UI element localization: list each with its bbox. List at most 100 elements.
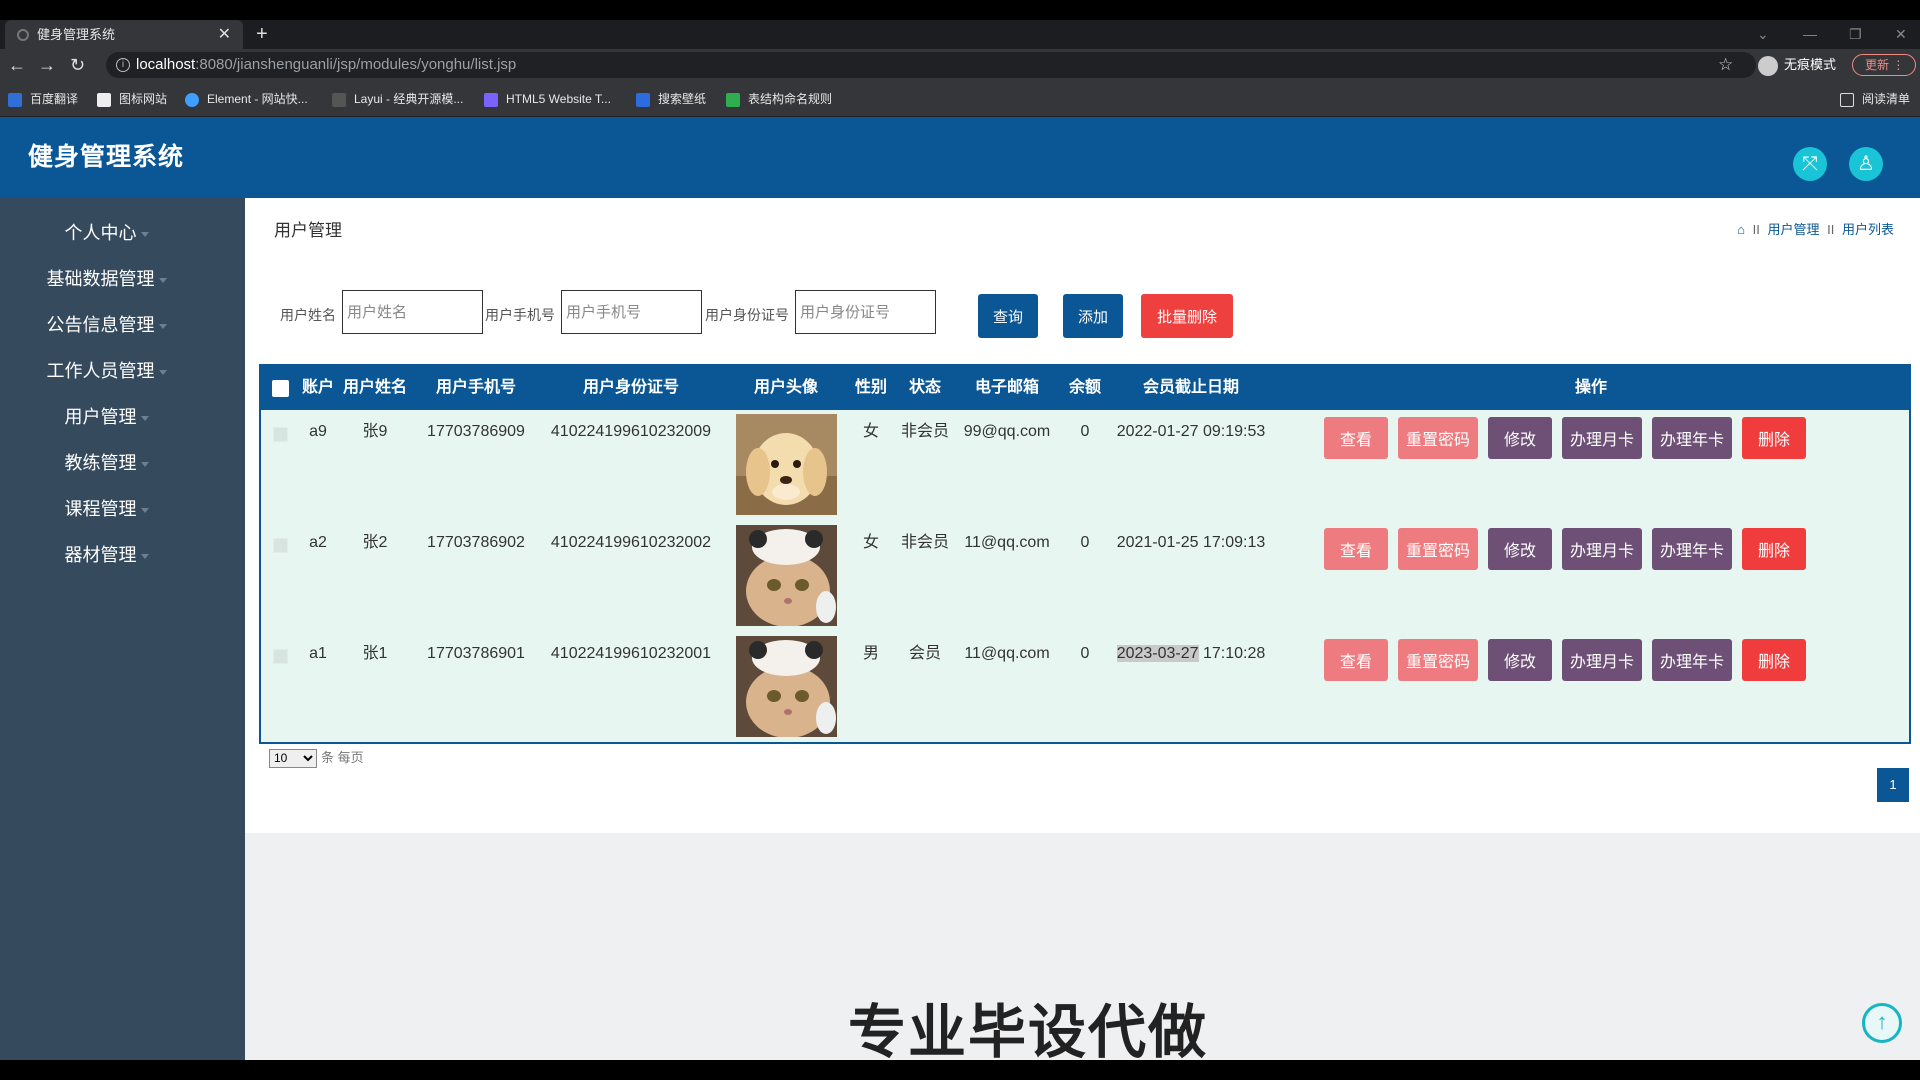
caret-down-icon [158,369,167,375]
screen-top-bar [0,0,1920,20]
name-filter-input[interactable] [342,290,483,334]
yearly-card-button[interactable]: 办理年卡 [1652,528,1732,570]
tab-close-icon[interactable]: ✕ [218,20,231,49]
cell-gender: 女 [862,534,879,551]
breadcrumb-item[interactable]: 用户列表 [1842,222,1894,237]
incognito-indicator[interactable]: 无痕模式 [1758,49,1836,81]
cell-email: 99@qq.com [963,423,1051,440]
breadcrumb-separator: II [1827,222,1835,237]
add-button[interactable]: 添加 [1063,294,1123,338]
monthly-card-button[interactable]: 办理月卡 [1562,417,1642,459]
column-header: 用户身份证号 [582,379,679,396]
cell-phone: 17703786901 [427,645,525,662]
reset-password-button[interactable]: 重置密码 [1398,528,1478,570]
cell-gender: 男 [862,645,879,662]
sidebar-item-base-data[interactable]: 基础数据管理 [0,256,245,302]
bookmark-item[interactable]: 搜索壁纸 [636,81,706,117]
edit-button[interactable]: 修改 [1488,639,1552,681]
table-icon [726,92,740,107]
bookmark-item[interactable]: 图标网站 [97,81,167,117]
reset-password-button[interactable]: 重置密码 [1398,639,1478,681]
forward-icon[interactable]: → [38,49,56,81]
sidebar: 个人中心 基础数据管理 公告信息管理 工作人员管理 用户管理 教练管理 课程管理… [0,198,245,1060]
cell-expire: 2023-03-27 17:10:28 [1116,645,1266,662]
bookmark-icon [8,92,22,107]
arrow-up-icon[interactable]: ↑ [1862,1003,1902,1043]
browser-tab[interactable]: 健身管理系统 ✕ [5,20,243,49]
update-button[interactable]: 更新 ⋮ [1852,54,1916,76]
yearly-card-button[interactable]: 办理年卡 [1652,639,1732,681]
bookmark-item[interactable]: Element - 网站快... [185,81,308,117]
edit-button[interactable]: 修改 [1488,417,1552,459]
table-row: a1 张1 17703786901 410224199610232001 男 会… [261,632,1909,743]
minimize-icon[interactable]: — [1803,20,1817,49]
app-header: 健身管理系统 ⤧ ♙ [0,117,1920,198]
site-info-icon[interactable]: i [116,58,130,72]
address-bar-row: ← → ↻ i localhost:8080/jianshenguanli/js… [0,49,1920,81]
avatar [736,414,837,515]
batch-delete-button[interactable]: 批量删除 [1141,294,1233,338]
home-icon[interactable]: ⌂ [1737,222,1745,237]
update-label: 更新 [1865,58,1890,72]
cell-account: a9 [309,423,327,440]
reset-password-button[interactable]: 重置密码 [1398,417,1478,459]
per-page-label: 条 每页 [321,750,364,765]
delete-button[interactable]: 删除 [1742,639,1806,681]
fullscreen-icon[interactable]: ⤧ [1793,147,1827,181]
sidebar-item-notices[interactable]: 公告信息管理 [0,302,245,348]
breadcrumb-separator: II [1752,222,1760,237]
url-field[interactable]: i localhost:8080/jianshenguanli/jsp/modu… [106,52,1756,78]
idcard-filter-input[interactable] [795,290,936,334]
cell-balance: 0 [1080,534,1090,551]
view-button[interactable]: 查看 [1324,639,1388,681]
bookmark-item[interactable]: 百度翻译 [8,81,78,117]
cell-account: a1 [309,645,327,662]
view-button[interactable]: 查看 [1324,417,1388,459]
bookmark-item[interactable]: Layui - 经典开源模... [332,81,463,117]
row-checkbox[interactable] [273,427,288,442]
row-checkbox[interactable] [273,649,288,664]
phone-filter-input[interactable] [561,290,702,334]
bookmark-item[interactable]: HTML5 Website T... [484,81,611,117]
phone-filter-label: 用户手机号 [485,307,555,323]
column-header: 状态 [908,379,941,396]
tab-search-icon[interactable]: ⌄ [1757,20,1769,49]
sidebar-item-coaches[interactable]: 教练管理 [0,440,245,486]
bookmark-star-icon[interactable]: ☆ [1718,49,1733,81]
column-header: 用户姓名 [342,379,407,396]
query-button[interactable]: 查询 [978,294,1038,338]
delete-button[interactable]: 删除 [1742,417,1806,459]
watermark-text: 专业毕设代做 [848,998,1209,1066]
avatar [736,636,837,737]
user-icon[interactable]: ♙ [1849,147,1883,181]
reload-icon[interactable]: ↻ [70,49,85,81]
cell-phone: 17703786902 [427,534,525,551]
bookmark-item[interactable]: 表结构命名规则 [726,81,832,117]
table-header: 账户 用户姓名 用户手机号 用户身份证号 用户头像 性别 状态 电子邮箱 余额 … [261,366,1909,410]
sidebar-item-personal[interactable]: 个人中心 [0,210,245,256]
sidebar-item-staff[interactable]: 工作人员管理 [0,348,245,394]
edit-button[interactable]: 修改 [1488,528,1552,570]
sidebar-item-users[interactable]: 用户管理 [0,394,245,440]
sidebar-item-courses[interactable]: 课程管理 [0,486,245,532]
restore-icon[interactable]: ❐ [1849,20,1862,49]
column-header: 会员截止日期 [1142,379,1239,396]
caret-down-icon [140,553,149,559]
reading-list-button[interactable]: 阅读清单 [1840,81,1910,117]
back-icon[interactable]: ← [8,49,26,81]
yearly-card-button[interactable]: 办理年卡 [1652,417,1732,459]
row-checkbox[interactable] [273,538,288,553]
column-header: 电子邮箱 [974,379,1039,396]
new-tab-icon[interactable]: + [256,20,268,49]
monthly-card-button[interactable]: 办理月卡 [1562,528,1642,570]
page-size-select[interactable]: 10 20 50 [269,748,317,768]
sidebar-item-equipment[interactable]: 器材管理 [0,532,245,578]
close-window-icon[interactable]: ✕ [1895,20,1907,49]
breadcrumb-item[interactable]: 用户管理 [1767,222,1819,237]
select-all-checkbox[interactable] [272,380,289,397]
view-button[interactable]: 查看 [1324,528,1388,570]
bookmarks-bar: 百度翻译 图标网站 Element - 网站快... Layui - 经典开源模… [0,81,1920,117]
delete-button[interactable]: 删除 [1742,528,1806,570]
page-number-button[interactable]: 1 [1877,768,1909,802]
monthly-card-button[interactable]: 办理月卡 [1562,639,1642,681]
